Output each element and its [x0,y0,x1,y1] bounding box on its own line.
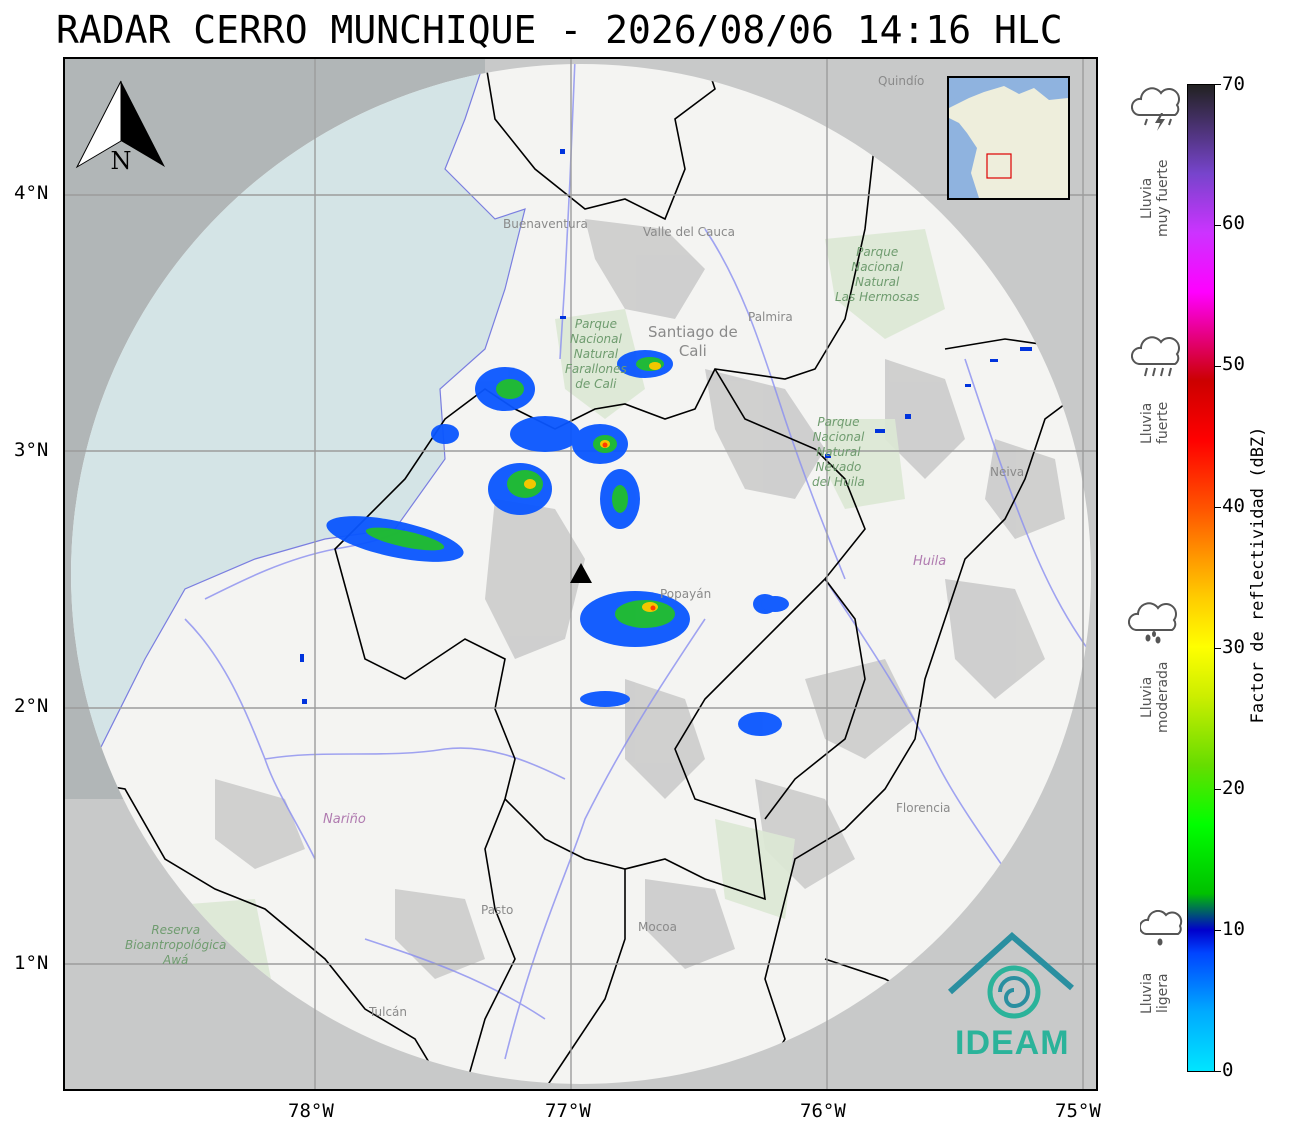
colorbar-title: Factor de reflectividad (dBZ) [1248,426,1268,724]
city-label-florencia: Florencia [896,801,951,815]
map-title: RADAR CERRO MUNCHIQUE - 2026/08/06 14:16… [56,8,1063,52]
storm-cloud-lightning-icon [1131,87,1180,131]
lat-label-1n: 1°N [14,952,49,974]
colorbar-tick [1215,225,1221,226]
colorbar-tick [1215,930,1221,931]
lat-label-2n: 2°N [14,695,49,717]
colorbar-label-40: 40 [1222,495,1245,517]
city-label-neiva: Neiva [990,465,1025,479]
lon-label-78w: 78°W [288,1100,334,1122]
city-label-valle-del-cauca: Valle del Cauca [643,225,735,239]
north-arrow-icon: N [75,80,165,172]
north-arrow-label: N [111,147,132,172]
city-label-popayan: Popayán [660,587,712,601]
lon-label-77w: 77°W [545,1100,591,1122]
city-label-pasto: Pasto [481,903,514,917]
city-label-buenaventura: Buenaventura [503,217,588,231]
rain-label-moderada: Lluvia moderada [1139,661,1171,734]
colorbar-label-20: 20 [1222,777,1245,799]
colorbar-label-60: 60 [1222,212,1245,234]
city-label-mocoa: Mocoa [638,920,677,934]
city-label-cali: Santiago de Cali [648,323,738,360]
colorbar-label-0: 0 [1222,1059,1234,1081]
park-label-nevado-del-huila: Parque Nacional Natural Nevado del Huila [812,415,865,489]
colorbar-tick [1215,84,1221,85]
park-label-las-hermosas: Parque Nacional Natural Las Hermosas [835,245,920,304]
park-label-awa: Reserva Bioantropológica Awá [125,923,227,967]
ideam-logo-text: IDEAM [955,1024,1070,1062]
colorbar-tick [1215,366,1221,367]
lon-label-76w: 76°W [800,1100,846,1122]
colorbar-tick [1215,648,1221,649]
colorbar-tick [1215,789,1221,790]
moderate-rain-cloud-icon [1128,602,1177,644]
lon-label-75w: 75°W [1055,1100,1101,1122]
lat-label-3n: 3°N [14,439,49,461]
dept-label-huila: Huila [913,554,947,569]
city-label-tulcan: Tulcán [369,1005,408,1019]
colorbar-tick [1215,1071,1221,1072]
inset-locator-map [947,76,1070,200]
colorbar-tick [1215,507,1221,508]
city-label-quindio: Quindío [878,74,925,88]
reflectivity-colorbar [1187,84,1215,1072]
inset-map-svg [949,78,1068,198]
heavy-rain-cloud-icon [1131,336,1180,377]
dept-label-narino: Nariño [323,812,366,827]
light-rain-cloud-icon [1140,910,1183,946]
colorbar-label-10: 10 [1222,918,1245,940]
city-label-palmira: Palmira [748,310,793,324]
rain-label-ligera: Lluvia ligera [1139,972,1171,1014]
rain-label-fuerte: Lluvia fuerte [1139,401,1171,445]
colorbar-label-30: 30 [1222,636,1245,658]
park-label-farallones: Parque Nacional Natural Farallones de Ca… [565,317,627,391]
lat-label-4n: 4°N [14,182,49,204]
colorbar-label-50: 50 [1222,353,1245,375]
colorbar-label-70: 70 [1222,73,1245,95]
rain-label-muy-fuerte: Lluvia muy fuerte [1139,159,1171,237]
